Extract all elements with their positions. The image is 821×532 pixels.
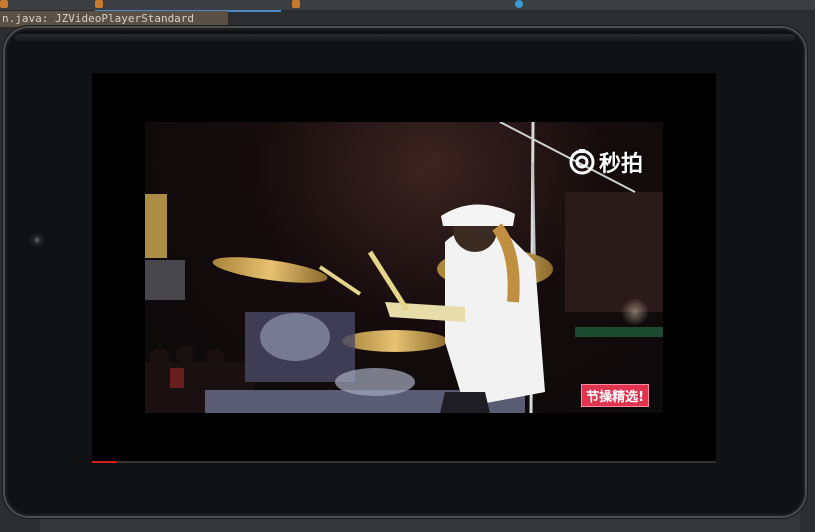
ide-tab-1[interactable] — [0, 0, 90, 10]
ide-tab-4[interactable] — [515, 0, 695, 10]
channel-badge: 节操精选! — [581, 384, 649, 407]
camera-lens — [35, 238, 39, 242]
ide-hint-popup: n.java: JZVideoPlayerStandard — [0, 11, 228, 27]
watermark: 秒拍 — [569, 146, 643, 178]
watermark-text: 秒拍 — [598, 152, 643, 177]
video-player[interactable]: 秒拍 节操精选! — [145, 122, 663, 413]
file-icon — [0, 0, 8, 8]
file-icon — [292, 0, 300, 8]
video-progress-fill — [92, 461, 117, 463]
file-icon — [95, 0, 103, 8]
ide-tab-3[interactable] — [292, 0, 502, 10]
frame-highlight — [15, 34, 795, 42]
device-screen: 秒拍 节操精选! — [92, 73, 716, 463]
ide-tab-bar — [0, 0, 821, 12]
ide-right-panel-edge — [815, 0, 821, 532]
video-progress-bar[interactable] — [92, 461, 716, 463]
camera-shutter-icon — [569, 149, 595, 175]
class-icon — [515, 0, 523, 8]
